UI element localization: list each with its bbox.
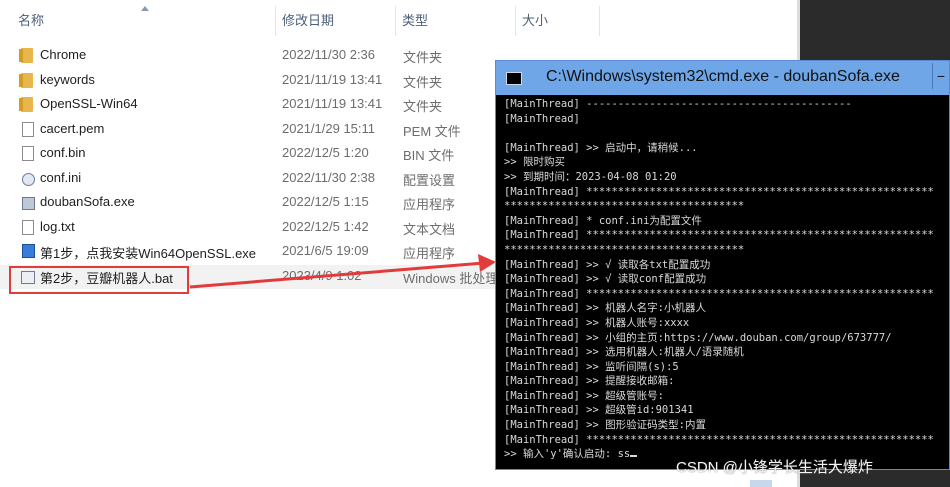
- console-line: [MainThread] >> 监听间隔(s):5: [504, 360, 679, 373]
- minimize-icon[interactable]: −: [932, 63, 949, 89]
- console-line: [MainThread] >> 机器人名字:小机器人: [504, 302, 706, 315]
- console-output[interactable]: [MainThread] ---------------------------…: [504, 97, 949, 469]
- console-line: [MainThread] ***************************…: [504, 433, 934, 446]
- console-line: [MainThread] ***************************…: [504, 185, 934, 198]
- console-line: [MainThread] ***************************…: [504, 229, 934, 242]
- console-line: [MainThread] >> 超级管账号:: [504, 389, 664, 402]
- console-line: **************************************: [504, 200, 745, 213]
- cmd-titlebar[interactable]: C:\Windows\system32\cmd.exe - doubanSofa…: [496, 61, 949, 95]
- arrow-shaft: [189, 261, 485, 289]
- console-line: >> 到期时间：2023-04-08 01:20: [504, 170, 677, 183]
- arrow-head: [478, 254, 496, 272]
- console-line: [MainThread]: [504, 112, 580, 125]
- console-line: **************************************: [504, 243, 745, 256]
- console-line: [MainThread] * conf.ini为配置文件: [504, 214, 702, 227]
- watermark: CSDN @小锋学长生活大爆炸: [676, 459, 873, 476]
- console-line: [MainThread] >> 超级管id:901341: [504, 404, 694, 417]
- cmd-window[interactable]: C:\Windows\system32\cmd.exe - doubanSofa…: [495, 60, 950, 470]
- console-line: [MainThread] >> 选用机器人:机器人/语录随机: [504, 346, 744, 359]
- console-line: >> 限时购买: [504, 156, 565, 169]
- console-line: [MainThread] >> √ 读取各txt配置成功: [504, 258, 711, 271]
- taskbar-fragment: [750, 480, 772, 487]
- console-line: [MainThread] >> √ 读取conf配置成功: [504, 273, 707, 286]
- console-line: [MainThread] >> 提醒接收邮箱:: [504, 375, 675, 388]
- console-line: [MainThread] >> 启动中，请稍候...: [504, 141, 698, 154]
- text-cursor: [630, 455, 638, 458]
- cmd-icon: [506, 72, 522, 85]
- console-line: [MainThread] ---------------------------…: [504, 98, 852, 110]
- console-line: [MainThread] ***************************…: [504, 287, 934, 300]
- console-line: [MainThread] >> 小组的主页:https://www.douban…: [504, 331, 892, 344]
- cmd-title: C:\Windows\system32\cmd.exe - doubanSofa…: [546, 68, 900, 85]
- console-line: [MainThread] >> 图形验证码类型:内置: [504, 419, 706, 432]
- console-line: [MainThread] >> 机器人账号:xxxx: [504, 316, 690, 329]
